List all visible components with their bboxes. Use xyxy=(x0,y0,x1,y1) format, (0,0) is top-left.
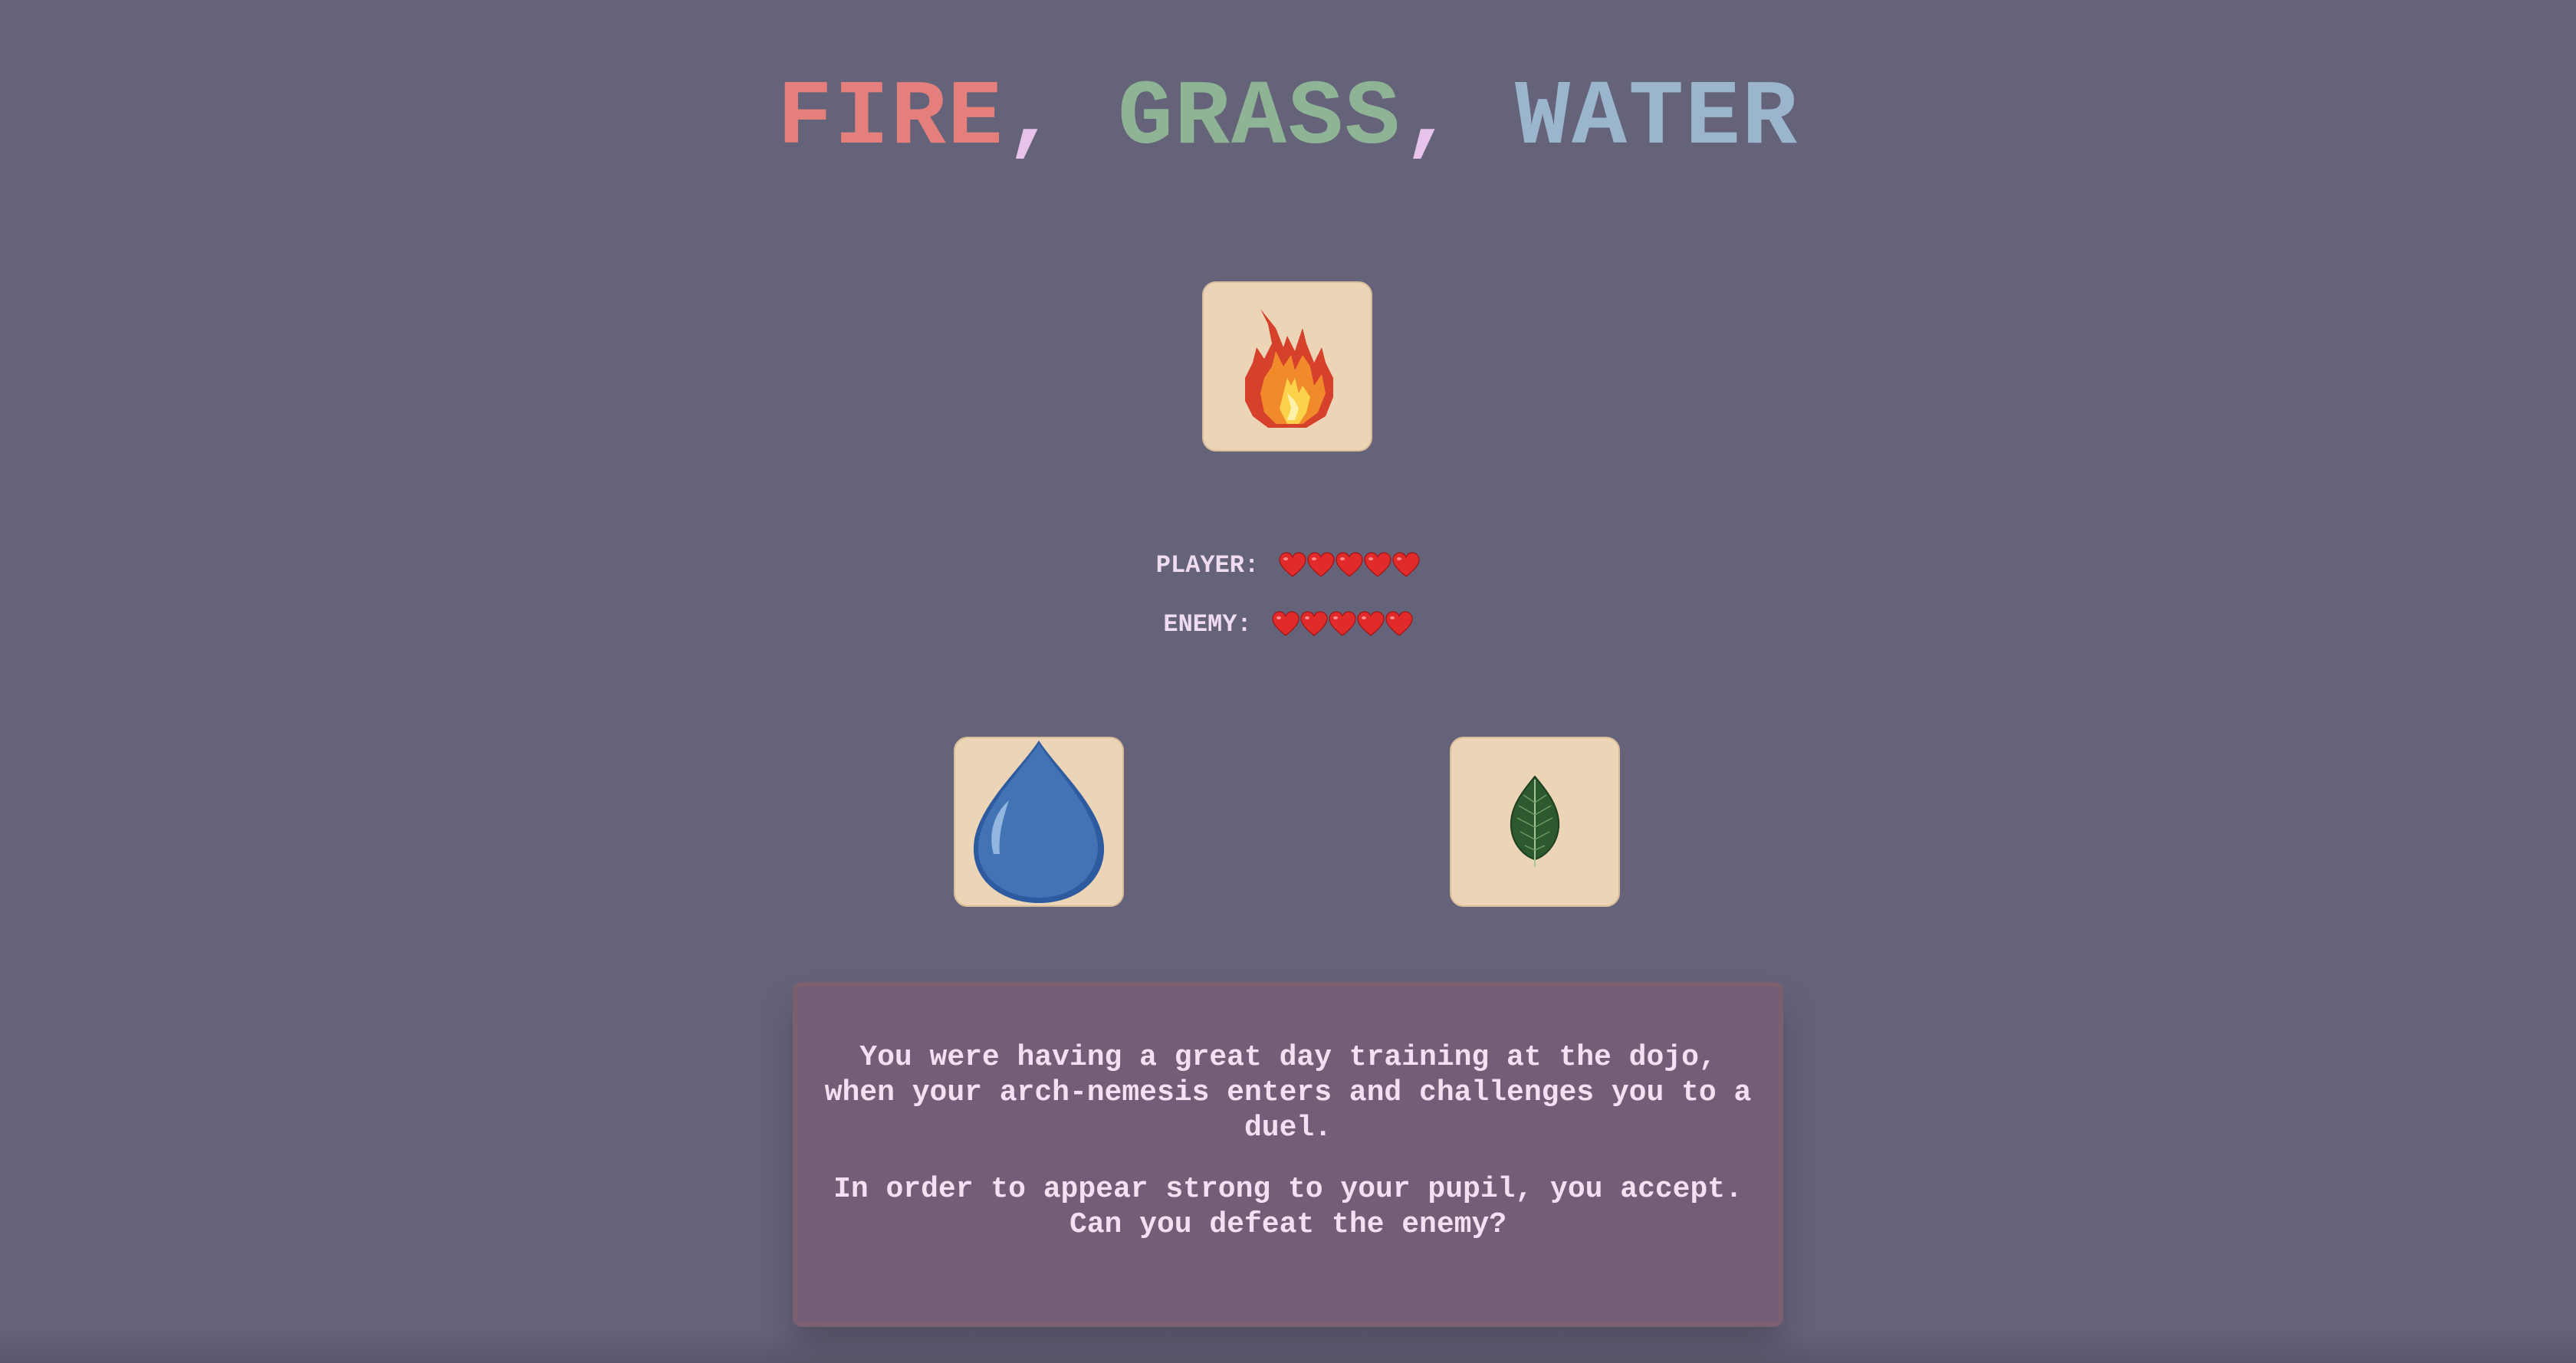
water-choice-button[interactable] xyxy=(954,737,1124,907)
heart-icon xyxy=(1336,552,1363,578)
title-grass: GRASS xyxy=(1117,67,1402,171)
player-health-row: PLAYER: xyxy=(0,546,2576,584)
water-drop-icon xyxy=(973,741,1105,903)
grass-choice-button[interactable] xyxy=(1450,737,1620,907)
story-paragraph-2: In order to appear strong to your pupil,… xyxy=(833,1173,1743,1241)
story-dialog: You were having a great day training at … xyxy=(793,982,1783,1327)
title-water: WATER xyxy=(1515,67,1799,171)
leaf-icon xyxy=(1510,775,1560,867)
heart-icon xyxy=(1279,552,1306,578)
heart-icon xyxy=(1300,611,1328,637)
heart-icon xyxy=(1392,552,1420,578)
bottom-shadow xyxy=(0,1332,2576,1363)
heart-icon xyxy=(1307,552,1335,578)
story-paragraph-1: You were having a great day training at … xyxy=(824,1041,1752,1145)
game-screen: FIRE, GRASS, WATER PLAYER: ENEMY: You we… xyxy=(0,0,2576,1363)
enemy-health-row: ENEMY: xyxy=(0,605,2576,643)
player-label: PLAYER: xyxy=(1155,550,1260,580)
enemy-label: ENEMY: xyxy=(1163,609,1252,639)
heart-icon xyxy=(1329,611,1356,637)
heart-icon xyxy=(1385,611,1413,637)
heart-icon xyxy=(1357,611,1385,637)
fire-icon xyxy=(1245,309,1333,428)
title-fire: FIRE xyxy=(777,67,1004,171)
heart-icon xyxy=(1364,552,1392,578)
enemy-hearts xyxy=(1272,611,1413,637)
heart-icon xyxy=(1272,611,1300,637)
title-separator: , xyxy=(1004,67,1118,171)
game-title: FIRE, GRASS, WATER xyxy=(0,65,2576,172)
enemy-choice-card xyxy=(1202,281,1372,452)
player-hearts xyxy=(1279,552,1420,578)
title-separator: , xyxy=(1401,67,1516,171)
